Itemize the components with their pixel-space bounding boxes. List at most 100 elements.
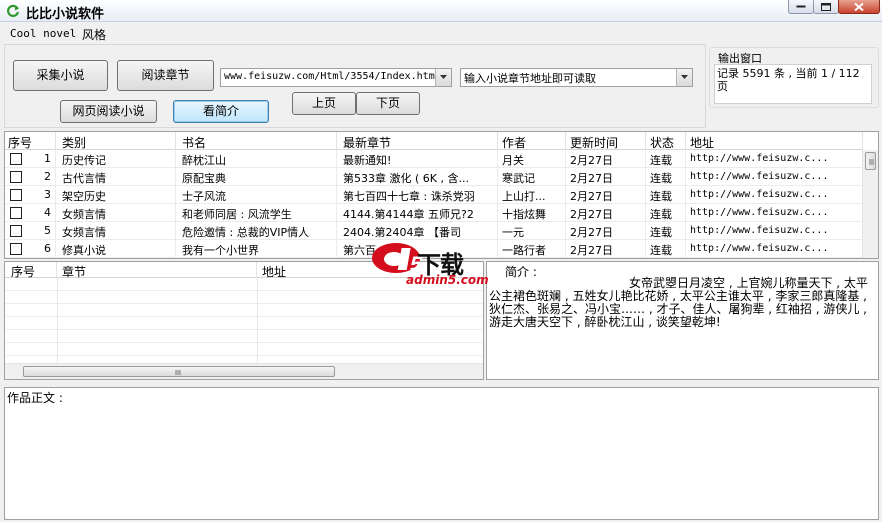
column-header[interactable]: 书名 (176, 132, 337, 150)
column-header[interactable]: 地址 (686, 132, 863, 150)
list-item[interactable] (5, 317, 483, 330)
row-author: 寒武记 (498, 168, 566, 186)
row-author: 十指炫舞 (498, 204, 566, 222)
column-header[interactable]: 更新时间 (566, 132, 646, 150)
column-divider (57, 278, 58, 366)
output-text[interactable]: 记录 5591 条 , 当前 1 / 112 页 (714, 64, 872, 104)
row-checkbox[interactable] (10, 171, 22, 183)
content-label: 作品正文 : (7, 391, 63, 405)
row-number: 5 (25, 222, 56, 240)
close-icon (854, 2, 864, 11)
row-category: 古代言情 (56, 168, 176, 186)
collect-novel-button[interactable]: 采集小说 (13, 60, 108, 91)
view-summary-button[interactable]: 看简介 (173, 100, 269, 123)
maximize-button[interactable] (813, 0, 839, 14)
chevron-down-icon (681, 75, 688, 79)
prev-page-button[interactable]: 上页 (292, 92, 356, 115)
row-status: 连载 (646, 222, 686, 240)
column-header[interactable]: 状态 (646, 132, 686, 150)
row-category: 女频言情 (56, 204, 176, 222)
scrollbar-thumb[interactable] (23, 366, 335, 377)
column-header[interactable]: 类别 (56, 132, 176, 150)
title-bar: 比比小说软件 (0, 0, 882, 22)
grip-icon (869, 159, 874, 165)
row-checkbox[interactable] (10, 189, 22, 201)
grid-vertical-scrollbar[interactable] (862, 150, 878, 258)
menu-style[interactable]: 风格 (82, 26, 106, 43)
row-updated: 2月27日 (566, 168, 646, 186)
row-url: http://www.feisuzw.c... (686, 186, 863, 204)
row-checkbox[interactable] (10, 207, 22, 219)
row-url: http://www.feisuzw.c... (686, 168, 863, 186)
scrollbar-thumb[interactable] (865, 152, 876, 170)
summary-box[interactable]: 简介 : 女帝武曌日月凌空 , 上官婉儿称量天下 , 太平公主裙色斑斓 , 五姓… (486, 261, 879, 380)
row-updated: 2月27日 (566, 150, 646, 168)
novel-url-combo[interactable]: www.feisuzw.com/Html/3554/Index.html (220, 68, 452, 87)
list-item[interactable] (5, 330, 483, 343)
table-row[interactable]: 3 架空历史 士子风流 第七百四十七章 : 诛杀党羽 上山打... 2月27日 … (5, 186, 863, 204)
maximize-icon (821, 2, 831, 11)
column-header[interactable]: 序号 (5, 132, 56, 150)
row-author: 上山打... (498, 186, 566, 204)
row-category: 架空历史 (56, 186, 176, 204)
row-latest: 最新通知! (337, 150, 498, 168)
row-url: http://www.feisuzw.c... (686, 222, 863, 240)
web-read-button[interactable]: 网页阅读小说 (60, 100, 157, 123)
column-divider (257, 278, 258, 366)
row-checkbox[interactable] (10, 153, 22, 165)
content-area[interactable]: 作品正文 : (4, 387, 879, 520)
chapter-url-combo[interactable]: 输入小说章节地址即可读取 (460, 68, 693, 87)
table-row[interactable]: 4 女频言情 和老师同居 : 风流学生 4144.第4144章 五师兄?2 十指… (5, 204, 863, 222)
row-status: 连载 (646, 204, 686, 222)
dropdown-button[interactable] (676, 69, 692, 86)
menu-cool-novel[interactable]: Cool novel (10, 27, 76, 40)
dropdown-button[interactable] (435, 69, 451, 86)
row-number: 3 (25, 186, 56, 204)
row-url: http://www.feisuzw.c... (686, 204, 863, 222)
row-latest: 4144.第4144章 五师兄?2 (337, 204, 498, 222)
row-author: 一元 (498, 222, 566, 240)
row-title: 危险邀情 : 总裁的VIP情人 (176, 222, 337, 240)
row-author: 月关 (498, 150, 566, 168)
row-title: 我有一个小世界 (176, 240, 337, 258)
row-updated: 2月27日 (566, 222, 646, 240)
row-status: 连载 (646, 240, 686, 258)
column-header[interactable]: 作者 (498, 132, 566, 150)
minimize-icon (796, 5, 806, 7)
row-checkbox[interactable] (10, 243, 22, 255)
row-title: 和老师同居 : 风流学生 (176, 204, 337, 222)
row-category: 女频言情 (56, 222, 176, 240)
next-page-button[interactable]: 下页 (356, 92, 420, 115)
watermark-site: admin5.com (406, 273, 489, 287)
window-title: 比比小说软件 (26, 7, 105, 22)
chapter-horizontal-scrollbar[interactable] (5, 363, 483, 379)
row-category: 修真小说 (56, 240, 176, 258)
table-row[interactable]: 5 女频言情 危险邀情 : 总裁的VIP情人 2404.第2404章 【番司 一… (5, 222, 863, 240)
read-chapter-button[interactable]: 阅读章节 (117, 60, 214, 91)
row-status: 连载 (646, 150, 686, 168)
column-header[interactable]: 序号 (5, 262, 57, 278)
table-row[interactable]: 1 历史传记 醉枕江山 最新通知! 月关 2月27日 连载 http://www… (5, 150, 863, 168)
list-item[interactable] (5, 291, 483, 304)
close-button[interactable] (838, 0, 880, 14)
column-header[interactable]: 章节 (57, 262, 257, 278)
row-title: 醉枕江山 (176, 150, 337, 168)
minimize-button[interactable] (788, 0, 814, 14)
row-checkbox[interactable] (10, 225, 22, 237)
row-status: 连载 (646, 168, 686, 186)
table-row[interactable]: 2 古代言情 原配宝典 第533章 激化 ( 6K , 含... 寒武记 2月2… (5, 168, 863, 186)
column-header[interactable]: 最新章节 (337, 132, 498, 150)
row-category: 历史传记 (56, 150, 176, 168)
row-latest: 第七百四十七章 : 诛杀党羽 (337, 186, 498, 204)
grip-icon (175, 370, 181, 375)
row-number: 1 (25, 150, 56, 168)
row-latest: 2404.第2404章 【番司 (337, 222, 498, 240)
novel-url-value: www.feisuzw.com/Html/3554/Index.html (224, 71, 441, 82)
chapter-url-value: 输入小说章节地址即可读取 (464, 72, 596, 85)
list-item[interactable] (5, 304, 483, 317)
list-item[interactable] (5, 343, 483, 356)
grid-header: 序号 类别 书名 最新章节 作者 更新时间 状态 地址 (5, 132, 863, 150)
row-url: http://www.feisuzw.c... (686, 150, 863, 168)
row-title: 士子风流 (176, 186, 337, 204)
row-updated: 2月27日 (566, 204, 646, 222)
